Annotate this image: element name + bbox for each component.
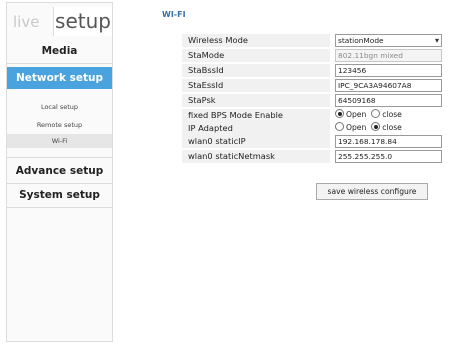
row-sta-essid: StaEssId IPC_9CA3A94607A8 — [182, 79, 444, 92]
row-wireless-mode: Wireless Mode stationMode ▾ — [182, 34, 444, 47]
tab-setup[interactable]: setup — [53, 7, 112, 36]
save-wireless-button[interactable]: save wireless configure — [316, 183, 428, 200]
sidebar: live setup Media Network setup Local set… — [6, 2, 113, 342]
ip-adapted-open-radio[interactable] — [335, 122, 344, 131]
divider — [7, 157, 112, 158]
sta-bssid-input[interactable]: 123456 — [335, 64, 442, 77]
static-ip-label: wlan0 staticIP — [188, 136, 246, 146]
divider — [7, 183, 112, 184]
wireless-mode-label: Wireless Mode — [188, 35, 248, 45]
nav-advance-setup[interactable]: Advance setup — [7, 165, 112, 177]
sta-psk-input[interactable]: 64509168 — [335, 94, 442, 107]
divider — [7, 207, 112, 208]
sub-item-local-setup[interactable]: Local setup — [7, 103, 112, 111]
wireless-mode-value: stationMode — [338, 36, 384, 45]
chevron-down-icon: ▾ — [434, 36, 439, 45]
row-static-netmask: wlan0 staticNetmask 255.255.255.0 — [182, 150, 444, 163]
row-ip-adapted: IP Adapted Open close — [182, 122, 444, 135]
nav-media[interactable]: Media — [7, 45, 112, 57]
sta-psk-label: StaPsk — [188, 95, 216, 105]
divider — [7, 63, 112, 64]
ip-adapted-open-label: Open — [346, 123, 367, 132]
static-netmask-label: wlan0 staticNetmask — [188, 151, 275, 161]
sta-mode-field: 802.11bgn mixed — [335, 49, 442, 62]
sub-item-wifi[interactable]: Wi-Fi — [7, 134, 112, 148]
fixed-bps-open-radio[interactable] — [335, 109, 344, 118]
ip-adapted-close-label: close — [382, 123, 402, 132]
sta-essid-label: StaEssId — [188, 80, 224, 90]
row-sta-psk: StaPsk 64509168 — [182, 94, 444, 107]
sub-item-remote-setup[interactable]: Remote setup — [7, 121, 112, 129]
mode-tabs: live setup — [7, 3, 112, 37]
ip-adapted-close-radio[interactable] — [371, 122, 381, 131]
fixed-bps-close-radio[interactable] — [371, 109, 381, 118]
static-ip-input[interactable]: 192.168.178.84 — [335, 135, 442, 148]
fixed-bps-close-label: close — [382, 110, 402, 119]
row-fixed-bps: fixed BPS Mode Enable Open close — [182, 109, 444, 122]
row-static-ip: wlan0 staticIP 192.168.178.84 — [182, 135, 444, 148]
ip-adapted-radio-group: Open close — [335, 122, 402, 134]
sta-mode-label: StaMode — [188, 50, 225, 60]
sta-essid-input[interactable]: IPC_9CA3A94607A8 — [335, 79, 442, 92]
nav-network-setup[interactable]: Network setup — [7, 67, 112, 89]
static-netmask-input[interactable]: 255.255.255.0 — [335, 150, 442, 163]
row-sta-bssid: StaBssId 123456 — [182, 64, 444, 77]
fixed-bps-radio-group: Open close — [335, 109, 402, 121]
page-title: WI-FI — [162, 10, 186, 19]
fixed-bps-open-label: Open — [346, 110, 367, 119]
row-sta-mode: StaMode 802.11bgn mixed — [182, 49, 444, 62]
nav-system-setup[interactable]: System setup — [7, 189, 112, 201]
tab-live[interactable]: live — [13, 13, 39, 31]
wireless-mode-select[interactable]: stationMode ▾ — [335, 34, 442, 47]
fixed-bps-label: fixed BPS Mode Enable — [188, 110, 283, 120]
ip-adapted-label: IP Adapted — [188, 123, 233, 133]
sta-bssid-label: StaBssId — [188, 65, 224, 75]
